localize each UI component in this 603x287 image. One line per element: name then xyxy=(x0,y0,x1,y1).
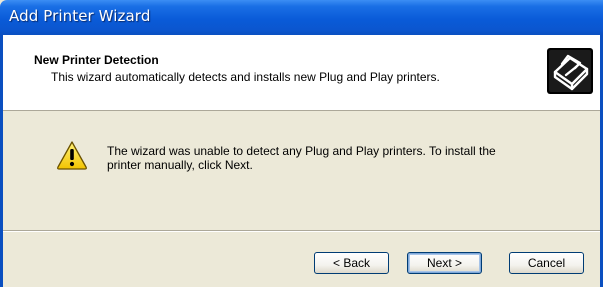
header-subtitle: This wizard automatically detects and in… xyxy=(51,70,440,84)
button-divider xyxy=(3,230,600,232)
message-line-2: printer manually, click Next. xyxy=(107,158,253,172)
wizard-header: New Printer Detection This wizard automa… xyxy=(3,35,600,111)
back-button[interactable]: < Back xyxy=(314,252,389,274)
next-button[interactable]: Next > xyxy=(407,252,482,274)
header-title: New Printer Detection xyxy=(34,53,159,67)
add-printer-wizard-window: Add Printer Wizard New Printer Detection… xyxy=(0,0,603,287)
detection-message: The wizard was unable to detect any Plug… xyxy=(107,144,547,172)
window-title: Add Printer Wizard xyxy=(9,7,151,25)
cancel-button[interactable]: Cancel xyxy=(509,252,584,274)
message-line-1: The wizard was unable to detect any Plug… xyxy=(107,144,496,158)
printer-icon xyxy=(547,48,593,94)
warning-icon xyxy=(57,141,87,170)
title-bar[interactable]: Add Printer Wizard xyxy=(0,0,603,35)
